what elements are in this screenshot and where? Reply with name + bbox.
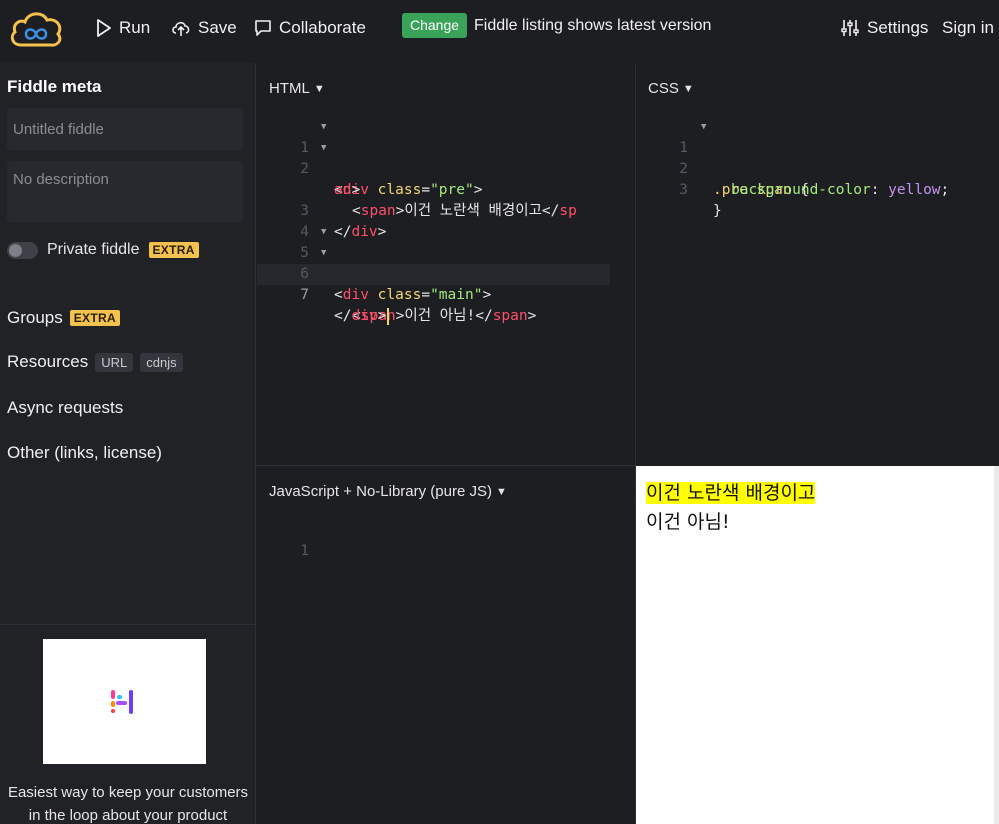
code-text: } — [713, 203, 722, 219]
private-fiddle-toggle[interactable] — [7, 241, 38, 259]
settings-label: Settings — [867, 18, 929, 37]
resources-label: Resources — [7, 352, 89, 371]
logo-cloud-icon[interactable] — [7, 5, 65, 49]
cdnjs-chip[interactable]: cdnjs — [140, 352, 183, 372]
code-line: 3 } — [662, 159, 992, 219]
save-button[interactable]: Save — [171, 14, 237, 42]
collaborate-label: Collaborate — [279, 18, 366, 37]
code-line: 4 — [283, 201, 613, 240]
code-text: background-color: yellow; — [731, 182, 950, 198]
run-label: Run — [119, 18, 151, 37]
sidebar-title: Fiddle meta — [7, 77, 102, 96]
result-frame[interactable]: 이건 노란색 배경이고 이건 아님! — [636, 466, 999, 824]
collaborate-button[interactable]: Collaborate — [254, 14, 366, 42]
fold-arrow-icon[interactable]: ▼ — [321, 138, 326, 159]
text-cursor — [387, 307, 390, 325]
caret-down-icon: ▼ — [682, 82, 694, 95]
fiddle-meta-sidebar: Fiddle meta Untitled fiddle No descripti… — [0, 63, 256, 824]
css-panel-label: CSS — [648, 80, 679, 97]
other-links-license-link[interactable]: Other (links, license) — [7, 443, 162, 463]
upload-icon — [172, 21, 190, 36]
result-line-1: 이건 노란색 배경이고 — [646, 478, 816, 505]
fold-arrow-icon[interactable]: ▼ — [321, 222, 326, 243]
line-number: 1 — [300, 543, 309, 559]
html-panel-label: HTML — [269, 80, 310, 97]
settings-button[interactable]: Settings — [840, 14, 928, 42]
highlighted-text: 이건 노란색 배경이고 — [646, 482, 816, 504]
result-line-2: 이건 아님! — [646, 511, 730, 533]
code-line: 7 </div> — [283, 264, 613, 325]
fiddle-title-input[interactable]: Untitled fiddle — [7, 108, 243, 150]
js-panel-header[interactable]: JavaScript + No-Library (pure JS) ▼ — [269, 483, 507, 500]
extra-badge: EXTRA — [148, 242, 199, 258]
play-icon — [97, 19, 111, 37]
save-label: Save — [198, 18, 237, 37]
run-button[interactable]: Run — [96, 14, 150, 42]
code-line: an> — [283, 159, 613, 198]
async-requests-link[interactable]: Async requests — [7, 398, 123, 418]
panel-divider-horizontal[interactable] — [256, 465, 636, 466]
css-editor[interactable]: 1 ▼ .pre span { 2 background-color: yell… — [662, 117, 992, 219]
change-notice[interactable]: Fiddle listing shows latest version — [474, 15, 711, 37]
css-panel-header[interactable]: CSS ▼ — [648, 80, 694, 97]
sliders-icon — [841, 20, 859, 36]
fold-arrow-icon[interactable]: ▼ — [701, 117, 706, 138]
ad-logo-icon — [111, 690, 133, 714]
code-line: 1 — [283, 520, 613, 559]
code-text: </div> — [334, 306, 390, 327]
html-panel-header[interactable]: HTML ▼ — [269, 80, 325, 97]
private-fiddle-row: Private fiddle EXTRA — [7, 241, 199, 259]
line-number: 3 — [679, 182, 688, 198]
code-text: <div class="main"> — [334, 287, 492, 303]
fiddle-description-input[interactable]: No description — [7, 161, 243, 222]
fold-arrow-icon[interactable]: ▼ — [321, 243, 326, 264]
code-line: 2 background-color: yellow; — [662, 138, 992, 198]
ad-image[interactable] — [43, 639, 206, 764]
ad-divider — [0, 624, 256, 625]
caret-down-icon: ▼ — [496, 485, 507, 498]
line-number: 7 — [300, 287, 309, 303]
html-editor[interactable]: 1 ▼ <div class="pre"> 2 ▼ <span>이건 노란색 배… — [283, 117, 613, 325]
code-line: 3 </div> — [283, 180, 613, 240]
ad-text-line-2: in the loop about your product — [28, 807, 228, 824]
code-line: 1 ▼ <div class="pre"> — [283, 117, 613, 198]
caret-down-icon: ▼ — [313, 82, 325, 95]
ad-text[interactable]: Easiest way to keep your customers in th… — [0, 781, 256, 824]
private-fiddle-label: Private fiddle — [47, 241, 140, 258]
js-editor[interactable]: 1 — [283, 520, 613, 559]
top-bar: Run Save Collaborate Change Fiddle listi… — [0, 0, 999, 57]
ad-text-line-1: Easiest way to keep your customers — [7, 784, 249, 801]
resources-link[interactable]: Resources URL cdnjs — [7, 352, 183, 372]
groups-extra-badge: EXTRA — [69, 310, 120, 326]
groups-link[interactable]: Groups EXTRA — [7, 308, 120, 328]
result-scrollbar[interactable] — [994, 466, 999, 824]
code-line: 2 ▼ <span>이건 노란색 배경이고</sp — [283, 138, 613, 219]
js-panel-label: JavaScript + No-Library (pure JS) — [269, 483, 492, 500]
url-chip[interactable]: URL — [95, 352, 134, 372]
code-line: 6 ▼ <span>이건 아님!</span> — [283, 243, 613, 324]
fold-arrow-icon[interactable]: ▼ — [321, 117, 326, 138]
change-badge: Change — [402, 13, 468, 38]
sign-in-link[interactable]: Sign in — [942, 14, 994, 42]
groups-label: Groups — [7, 308, 63, 327]
code-line: 1 ▼ .pre span { — [662, 117, 992, 198]
chat-icon — [255, 20, 271, 36]
code-line: 5 ▼ <div class="main"> — [283, 222, 613, 303]
